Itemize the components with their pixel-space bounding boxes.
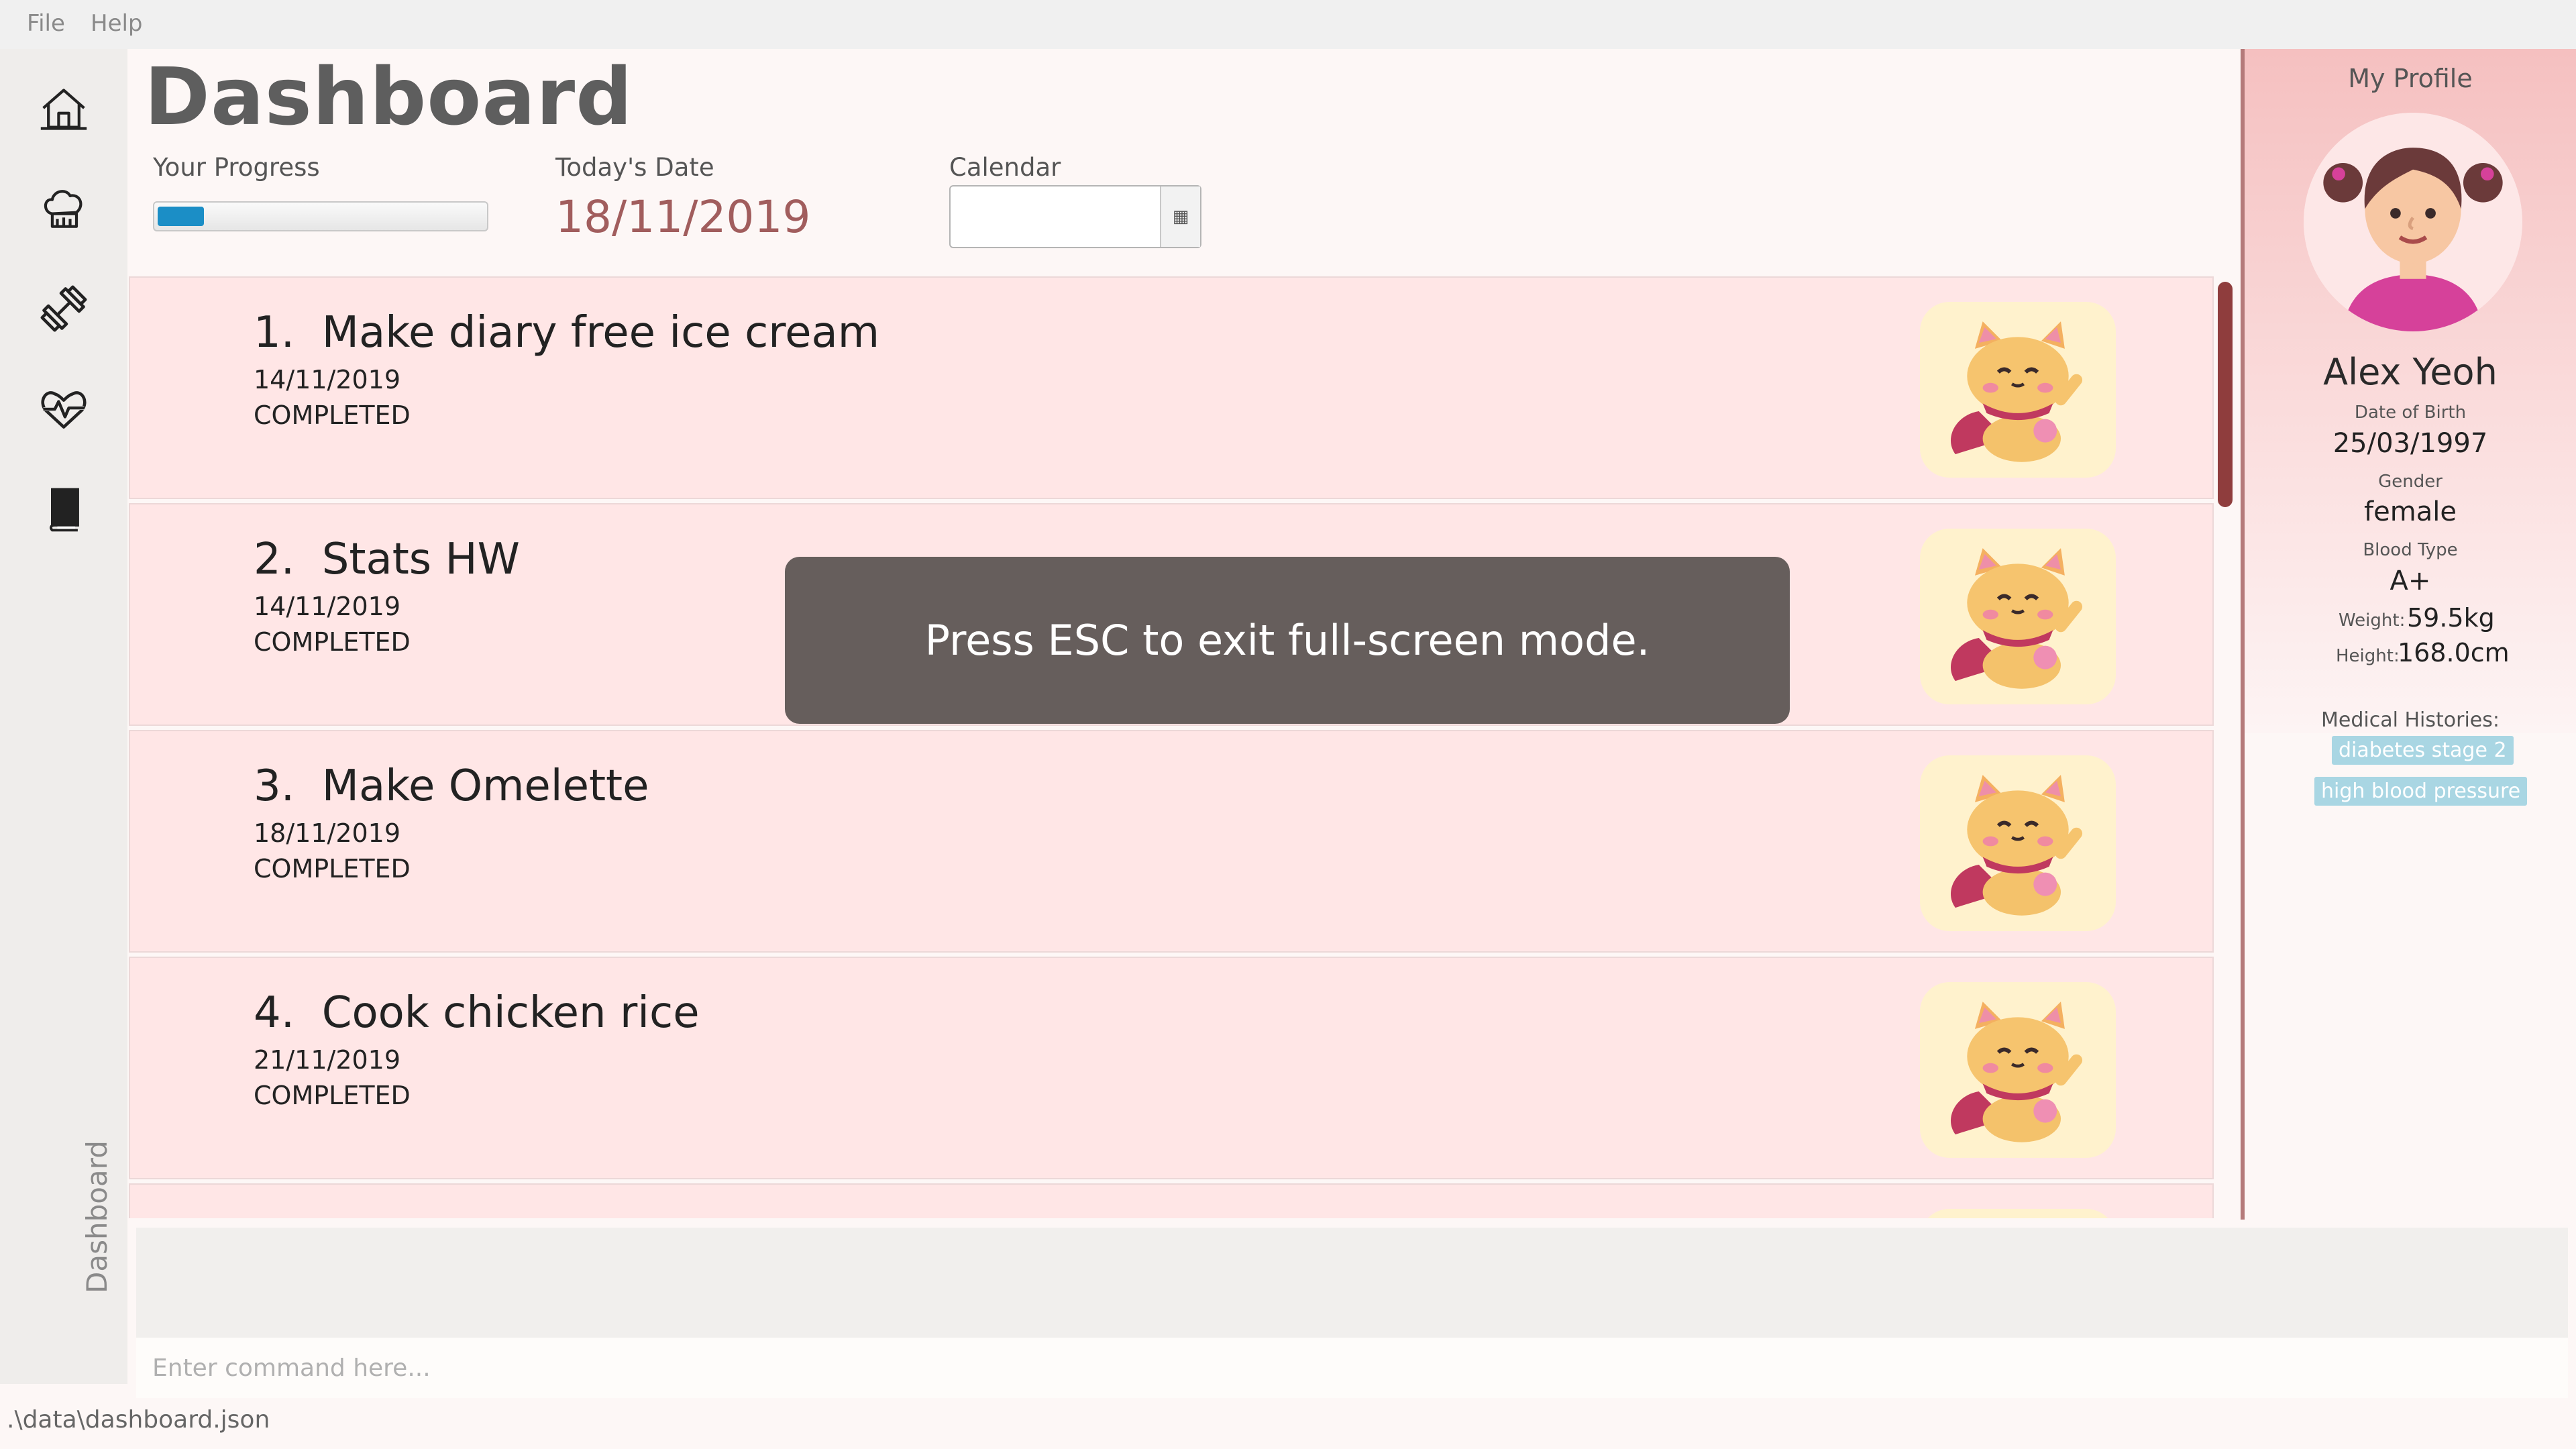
- progress-bar: [153, 201, 488, 231]
- nav-fitness-button[interactable]: [34, 278, 94, 339]
- dob-value: 25/03/1997: [2332, 428, 2488, 459]
- task-date: 14/11/2019: [254, 365, 401, 394]
- heartbeat-icon: [41, 391, 87, 429]
- user-avatar-icon: [2304, 113, 2522, 331]
- task-title-text: Make Omelette: [321, 761, 649, 811]
- profile-title: My Profile: [2348, 64, 2473, 93]
- progress-label: Your Progress: [153, 153, 320, 182]
- task-date: 18/11/2019: [254, 818, 401, 848]
- command-box: [136, 1338, 2576, 1398]
- task-card[interactable]: 1. Make diary free ice cream 14/11/2019 …: [129, 276, 2214, 499]
- task-title: 1. Make diary free ice cream: [254, 308, 879, 358]
- page-title: Dashboard: [144, 50, 633, 143]
- height-label: Height:: [2336, 646, 2400, 666]
- profile-panel: My Profile Alex Yeoh Date of Birth 25/03…: [2241, 49, 2576, 1220]
- sidebar-nav: Dashboard: [0, 49, 127, 1384]
- task-date: 21/11/2019: [254, 1045, 401, 1075]
- gender-label: Gender: [2378, 472, 2443, 492]
- task-status: COMPLETED: [254, 627, 411, 657]
- home-icon: [40, 89, 87, 130]
- calendar-picker[interactable]: ▦: [949, 185, 1201, 248]
- nav-home-button[interactable]: [34, 79, 94, 140]
- today-date: 18/11/2019: [555, 191, 811, 243]
- menu-bar: File Help: [0, 0, 2576, 49]
- task-card-partial[interactable]: [129, 1183, 2214, 1218]
- cat-mascot-icon: [1920, 529, 2116, 704]
- cat-mascot-icon: [1920, 302, 2116, 478]
- task-card[interactable]: 4. Cook chicken rice 21/11/2019 COMPLETE…: [129, 957, 2214, 1179]
- task-title: 3. Make Omelette: [254, 761, 649, 811]
- task-number: 2.: [254, 535, 295, 584]
- calendar-label: Calendar: [949, 153, 1061, 182]
- profile-name: Alex Yeoh: [2323, 351, 2498, 393]
- cat-mascot-icon: [1920, 982, 2116, 1158]
- task-status: COMPLETED: [254, 400, 411, 430]
- today-label: Today's Date: [555, 153, 714, 182]
- task-title-text: Stats HW: [321, 535, 520, 584]
- cat-mascot-icon: [1920, 1209, 2116, 1218]
- command-input[interactable]: [136, 1338, 2576, 1398]
- task-title-text: Make diary free ice cream: [321, 308, 880, 358]
- task-list-scrollbar[interactable]: [2218, 282, 2233, 507]
- medical-histories-label: Medical Histories:: [2321, 708, 2500, 732]
- height-value: 168.0cm: [2398, 638, 2510, 667]
- cat-mascot-icon: [1920, 755, 2116, 931]
- weight-value: 59.5kg: [2407, 603, 2495, 633]
- dob-label: Date of Birth: [2354, 402, 2467, 423]
- progress-fill: [158, 207, 205, 226]
- fullscreen-toast: Press ESC to exit full-screen mode.: [785, 557, 1790, 724]
- nav-health-button[interactable]: [34, 379, 94, 439]
- menu-help[interactable]: Help: [91, 10, 143, 37]
- book-icon: [50, 488, 79, 532]
- task-title-text: Cook chicken rice: [321, 988, 700, 1038]
- nav-recipes-button[interactable]: [34, 178, 94, 239]
- task-title: 2. Stats HW: [254, 535, 520, 584]
- task-list[interactable]: 1. Make diary free ice cream 14/11/2019 …: [129, 276, 2214, 1218]
- task-status: COMPLETED: [254, 854, 411, 883]
- nav-diary-button[interactable]: [34, 480, 94, 540]
- gender-value: female: [2364, 496, 2457, 527]
- medical-history-tag: high blood pressure: [2314, 777, 2528, 806]
- task-number: 3.: [254, 761, 295, 811]
- menu-file[interactable]: File: [27, 10, 65, 37]
- weight-label: Weight:: [2339, 610, 2406, 631]
- task-number: 1.: [254, 308, 295, 358]
- blood-type-value: A+: [2390, 566, 2431, 596]
- calendar-icon[interactable]: ▦: [1160, 186, 1200, 247]
- blood-type-label: Blood Type: [2363, 540, 2458, 560]
- current-view-label: Dashboard: [80, 1140, 113, 1293]
- task-card[interactable]: 3. Make Omelette 18/11/2019 COMPLETED: [129, 730, 2214, 953]
- task-date: 14/11/2019: [254, 592, 401, 621]
- dumbbell-icon: [40, 285, 87, 332]
- task-status: COMPLETED: [254, 1081, 411, 1110]
- medical-history-tag: diabetes stage 2: [2332, 736, 2514, 765]
- profile-avatar: [2304, 113, 2522, 331]
- command-result-box: [136, 1228, 2568, 1338]
- task-number: 4.: [254, 988, 295, 1038]
- task-title: 4. Cook chicken rice: [254, 988, 700, 1038]
- chef-hat-icon: [44, 190, 83, 228]
- status-bar-path: .\data\dashboard.json: [7, 1406, 270, 1434]
